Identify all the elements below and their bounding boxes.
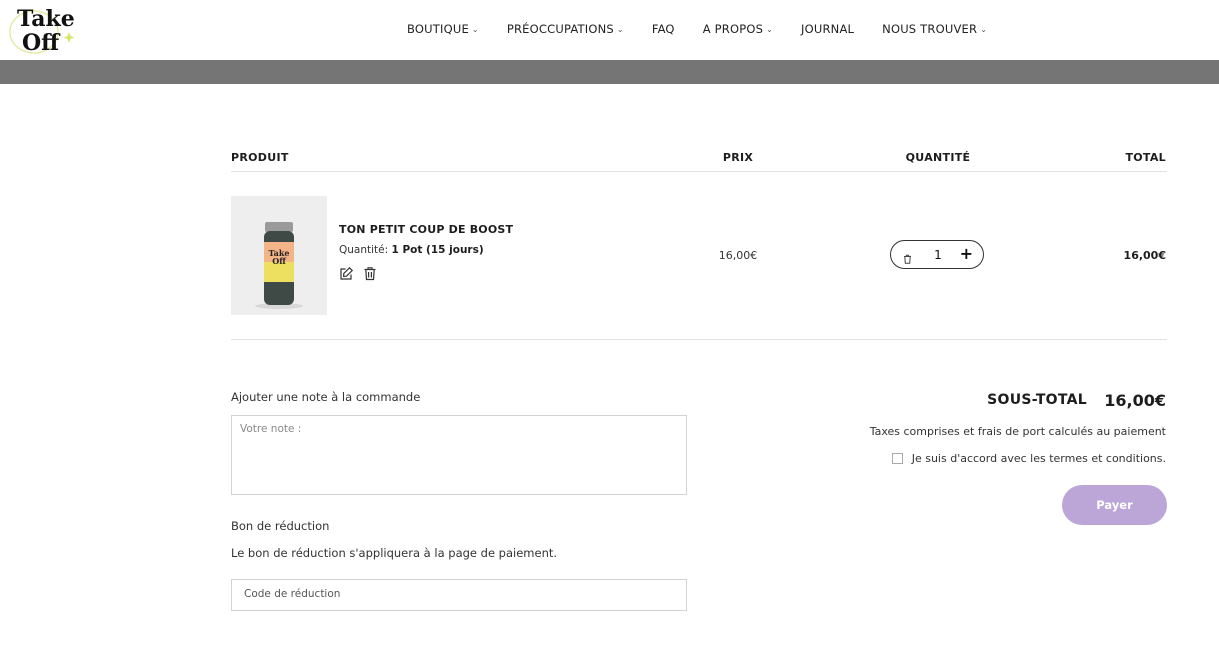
plus-icon[interactable]: + <box>960 244 973 263</box>
chevron-down-icon: ⌄ <box>980 24 988 34</box>
terms-label[interactable]: Je suis d'accord avec les termes et cond… <box>912 452 1166 465</box>
page-banner <box>0 60 1219 84</box>
chevron-down-icon: ⌄ <box>766 24 773 34</box>
pay-button[interactable]: Payer <box>1062 485 1167 525</box>
trash-icon[interactable] <box>363 266 377 281</box>
chevron-down-icon: ⌄ <box>616 24 624 34</box>
trash-icon[interactable] <box>903 249 912 268</box>
column-header-total: TOTAL <box>1125 151 1166 164</box>
svg-text:Off: Off <box>22 30 61 56</box>
coupon-code-input[interactable]: Code de réduction <box>231 579 687 611</box>
divider <box>231 171 1167 172</box>
nav-boutique[interactable]: BOUTIQUE ⌄ <box>407 22 479 36</box>
subtotal-label: SOUS-TOTAL <box>987 392 1087 408</box>
order-note-label: Ajouter une note à la commande <box>231 390 421 404</box>
nav-preoccupations[interactable]: PRÉOCCUPATIONS ⌄ <box>507 22 624 36</box>
divider <box>231 339 1167 340</box>
nav-journal[interactable]: JOURNAL <box>801 22 854 36</box>
coupon-title: Bon de réduction <box>231 519 330 533</box>
nav-faq[interactable]: FAQ <box>652 22 675 36</box>
terms-checkbox[interactable] <box>891 453 903 464</box>
site-header: Take Off BOUTIQUE ⌄ PRÉOCCUPATIONS ⌄ FAQ A… <box>0 0 1219 60</box>
quantity-value[interactable]: 1 <box>927 248 949 262</box>
product-variant: Quantité: 1 Pot (15 jours) <box>339 244 484 256</box>
edit-icon[interactable] <box>339 266 354 281</box>
line-total: 16,00€ <box>1123 249 1166 262</box>
coupon-help-text: Le bon de réduction s'appliquera à la pa… <box>231 546 558 560</box>
nav-a-propos[interactable]: A PROPOS ⌄ <box>703 22 773 36</box>
order-note-input[interactable]: Votre note : <box>231 415 687 495</box>
svg-text:Off: Off <box>272 256 286 266</box>
svg-text:Take: Take <box>17 6 75 32</box>
tax-note: Taxes comprises et frais de port calculé… <box>869 425 1166 438</box>
product-name[interactable]: TON PETIT COUP DE BOOST <box>339 223 513 236</box>
terms-agreement: Je suis d'accord avec les termes et cond… <box>891 452 1166 465</box>
column-header-product: PRODUIT <box>231 151 289 164</box>
column-header-quantity: QUANTITÉ <box>905 151 971 164</box>
product-actions <box>339 266 377 281</box>
main-nav: BOUTIQUE ⌄ PRÉOCCUPATIONS ⌄ FAQ A PROPOS ⌄ … <box>407 22 1015 36</box>
nav-nous-trouver[interactable]: NOUS TROUVER ⌄ <box>882 22 987 36</box>
product-price: 16,00€ <box>718 249 758 262</box>
column-header-price: PRIX <box>722 151 754 164</box>
product-image[interactable]: Take Off <box>231 196 327 315</box>
quantity-stepper: 1 + <box>890 240 984 269</box>
take-off-logo[interactable]: Take Off <box>6 2 86 56</box>
chevron-down-icon: ⌄ <box>471 24 479 34</box>
subtotal-value: 16,00€ <box>1104 391 1166 410</box>
